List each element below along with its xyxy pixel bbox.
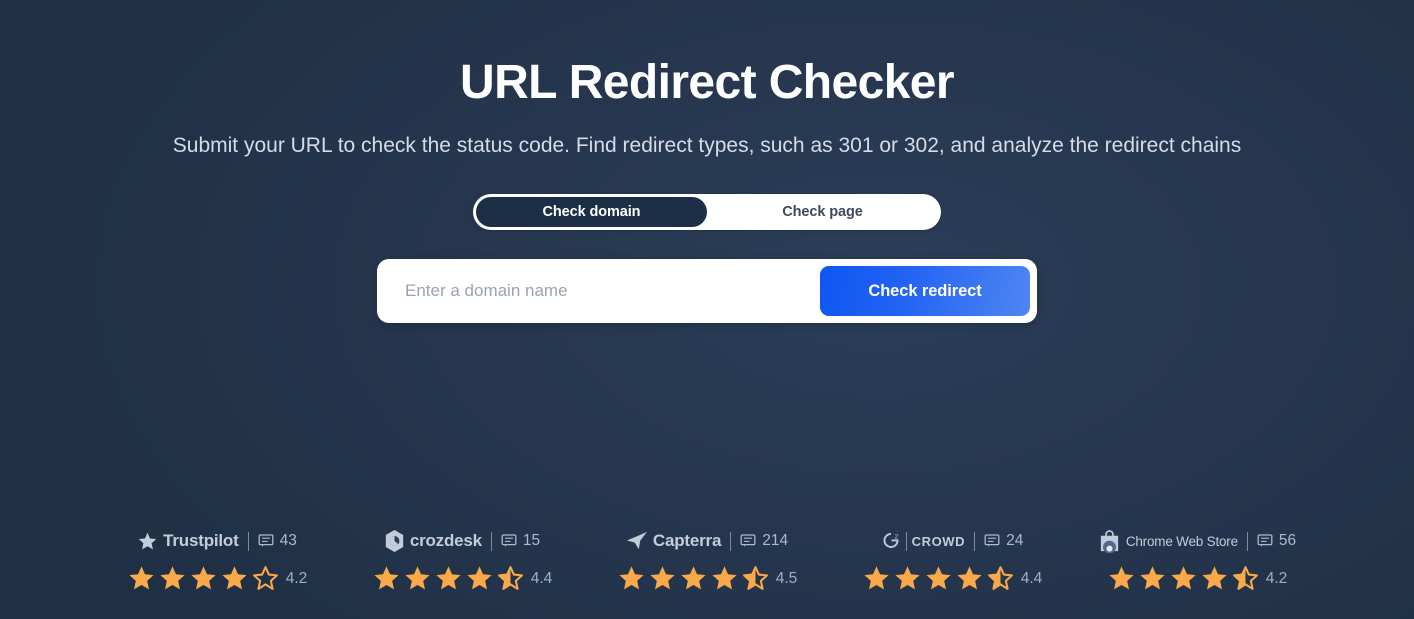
chrome-web-store-bag-icon (1098, 529, 1121, 553)
page-root: URL Redirect Checker Submit your URL to … (0, 0, 1414, 619)
star-full-icon (405, 566, 430, 590)
trustpilot-brand-label: Trustpilot (163, 531, 239, 550)
star-rating (1107, 564, 1260, 593)
page-title: URL Redirect Checker (460, 56, 955, 109)
star-full-icon (895, 566, 920, 590)
capterra-brand: Capterra (626, 531, 721, 551)
rating-value: 4.5 (775, 569, 798, 587)
review-count: 15 (522, 532, 541, 549)
search-bar: Check redirect (377, 259, 1037, 323)
star-full-icon (1202, 566, 1227, 590)
capterra-arrow-icon (626, 531, 648, 551)
crozdesk-brand: crozdesk (384, 530, 482, 552)
comment-icon (740, 533, 756, 549)
review-count: 24 (1006, 532, 1024, 549)
star-full-icon (712, 566, 737, 590)
review-count: 43 (279, 532, 297, 549)
chrome-web-store-brand-label: Chrome Web Store (1125, 533, 1238, 549)
star-full-icon (864, 566, 889, 590)
divider (1246, 531, 1248, 551)
star-full-icon (957, 566, 982, 590)
star-full-icon (374, 566, 399, 590)
rating-card-capterra: Capterra 214 4.5 (585, 528, 830, 593)
star-rating (372, 564, 525, 593)
rating-stars-row: 4.2 (1107, 564, 1288, 593)
g2crowd-brand-label: CROWD (911, 533, 966, 549)
review-count: 214 (762, 532, 789, 549)
star-half-icon (1232, 566, 1258, 590)
crozdesk-brand-label: crozdesk (409, 531, 482, 550)
review-count: 56 (1278, 532, 1297, 549)
crozdesk-hexagon-icon (384, 530, 405, 552)
rating-header: Chrome Web Store 56 (1098, 528, 1296, 554)
divider (247, 531, 249, 551)
rating-header: Trustpilot 43 (137, 528, 297, 554)
rating-value: 4.4 (1020, 569, 1043, 587)
comment-icon (1257, 533, 1273, 549)
rating-card-g2crowd: 2 CROWD 24 4.4 (830, 528, 1075, 593)
mode-toggle[interactable]: Check domain Check page (473, 194, 941, 230)
rating-value: 4.2 (285, 569, 308, 587)
g2-crowd-icon: 2 (881, 531, 901, 551)
divider (730, 531, 732, 551)
divider (905, 531, 907, 551)
rating-header: crozdesk 15 (384, 528, 540, 554)
rating-value: 4.2 (1265, 569, 1288, 587)
rating-header: Capterra 214 (626, 528, 788, 554)
star-full-icon (1140, 566, 1165, 590)
review-count-group: 24 (984, 532, 1023, 550)
domain-input[interactable] (384, 266, 820, 316)
trustpilot-star-icon (137, 531, 158, 552)
star-full-icon (681, 566, 706, 590)
star-half-icon (742, 566, 768, 590)
star-rating (617, 564, 770, 593)
rating-stars-row: 4.5 (617, 564, 798, 593)
star-full-icon (436, 566, 461, 590)
divider (974, 531, 976, 551)
star-rating (127, 564, 280, 593)
review-count-group: 43 (258, 532, 297, 550)
rating-value: 4.4 (530, 569, 553, 587)
star-full-icon (191, 566, 216, 590)
comment-icon (501, 533, 517, 549)
ratings-strip: Trustpilot 43 4.2 crozdesk 15 4.4 Capter… (0, 528, 1414, 593)
toggle-option-check-page[interactable]: Check page (707, 197, 938, 227)
star-rating (862, 564, 1015, 593)
star-full-icon (926, 566, 951, 590)
hero-section: URL Redirect Checker Submit your URL to … (0, 0, 1414, 323)
chrome-web-store-brand: Chrome Web Store (1098, 529, 1238, 553)
rating-card-trustpilot: Trustpilot 43 4.2 (95, 528, 340, 593)
star-half-icon (987, 566, 1013, 590)
star-full-icon (650, 566, 675, 590)
star-empty-icon (252, 566, 278, 590)
check-redirect-button[interactable]: Check redirect (820, 266, 1030, 316)
rating-card-crozdesk: crozdesk 15 4.4 (340, 528, 585, 593)
review-count-group: 56 (1257, 532, 1296, 550)
rating-stars-row: 4.4 (862, 564, 1043, 593)
rating-header: 2 CROWD 24 (881, 528, 1023, 554)
divider (490, 531, 492, 551)
toggle-option-check-domain[interactable]: Check domain (476, 197, 707, 227)
star-full-icon (1109, 566, 1134, 590)
star-full-icon (467, 566, 492, 590)
capterra-brand-label: Capterra (652, 531, 722, 550)
rating-stars-row: 4.4 (372, 564, 553, 593)
comment-icon (258, 533, 274, 549)
rating-card-chrome-web-store: Chrome Web Store 56 4.2 (1075, 528, 1320, 593)
rating-stars-row: 4.2 (127, 564, 308, 593)
star-full-icon (222, 566, 247, 590)
trustpilot-brand: Trustpilot (137, 531, 239, 552)
g2crowd-brand: 2 CROWD (881, 531, 966, 551)
star-half-icon (497, 566, 523, 590)
page-subtitle: Submit your URL to check the status code… (172, 134, 1242, 157)
star-full-icon (619, 566, 644, 590)
review-count-group: 15 (501, 532, 540, 550)
comment-icon (984, 533, 1000, 549)
star-full-icon (1171, 566, 1196, 590)
star-full-icon (160, 566, 185, 590)
review-count-group: 214 (740, 532, 788, 550)
star-full-icon (129, 566, 154, 590)
svg-text:2: 2 (894, 533, 898, 540)
